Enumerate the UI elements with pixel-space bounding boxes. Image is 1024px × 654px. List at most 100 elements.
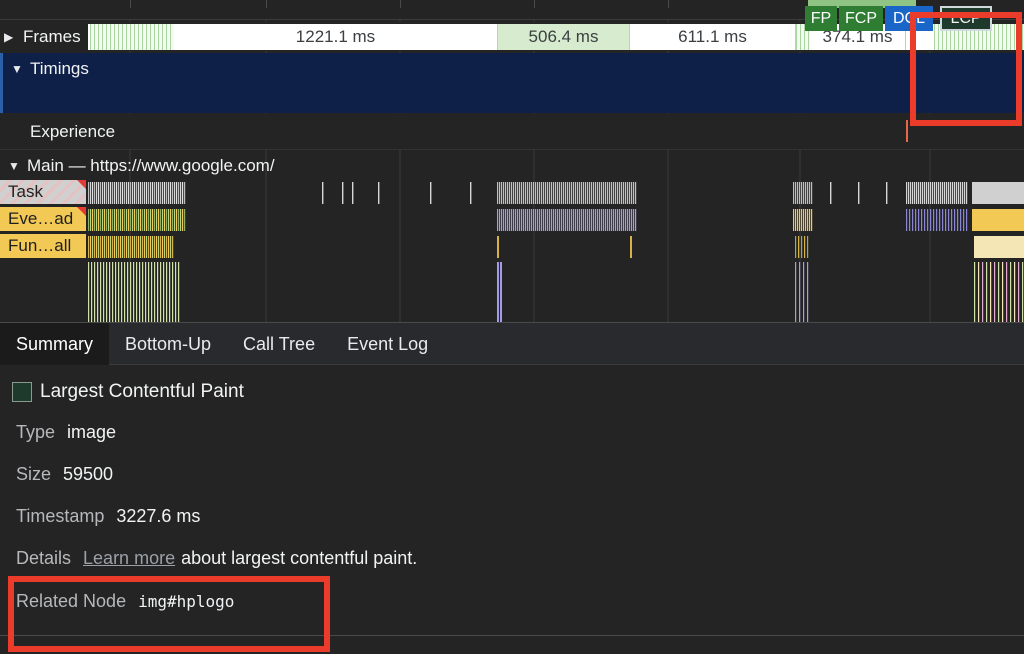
- flame-slice[interactable]: [585, 209, 587, 231]
- flame-slice[interactable]: [110, 209, 112, 231]
- flame-slice[interactable]: [906, 209, 908, 231]
- flame-slice[interactable]: [942, 209, 944, 231]
- flame-slice[interactable]: [160, 262, 162, 322]
- flame-slice[interactable]: [322, 182, 324, 204]
- flame-slice[interactable]: [162, 182, 164, 204]
- flame-slice[interactable]: [180, 209, 182, 231]
- flame-slice[interactable]: [178, 262, 180, 322]
- timings-track[interactable]: ▼ Timings: [0, 53, 1024, 113]
- flame-slice[interactable]: [106, 182, 108, 204]
- flame-slice[interactable]: [497, 209, 499, 231]
- flame-slice[interactable]: [805, 209, 807, 231]
- flame-slice[interactable]: [797, 209, 799, 231]
- flame-slice[interactable]: [118, 182, 120, 204]
- flame-slice[interactable]: [499, 182, 501, 204]
- flame-slice[interactable]: [124, 182, 126, 204]
- flame-slice[interactable]: [585, 182, 587, 204]
- flame-slice[interactable]: [939, 209, 941, 231]
- flame-slice[interactable]: [951, 209, 953, 231]
- flame-slice[interactable]: [565, 182, 567, 204]
- flame-slice[interactable]: [1018, 262, 1020, 322]
- flame-slice[interactable]: [168, 209, 170, 231]
- flame-slice[interactable]: [607, 209, 609, 231]
- flame-slice[interactable]: [136, 236, 138, 258]
- flame-slice[interactable]: [921, 209, 923, 231]
- flame-slice[interactable]: [933, 209, 935, 231]
- flame-slice[interactable]: [805, 182, 807, 204]
- flame-slice[interactable]: [922, 182, 924, 204]
- flame-slice[interactable]: [172, 236, 174, 258]
- flame-slice[interactable]: [497, 182, 499, 204]
- flame-slice[interactable]: [176, 182, 178, 204]
- main-expand-toggle[interactable]: ▼ Main — https://www.google.com/: [8, 156, 275, 176]
- flame-slice[interactable]: [539, 182, 541, 204]
- flame-slice[interactable]: [962, 182, 964, 204]
- flame-slice[interactable]: [170, 236, 172, 258]
- flame-slice[interactable]: [799, 182, 801, 204]
- flame-slice[interactable]: [505, 182, 507, 204]
- flame-slice[interactable]: [587, 209, 589, 231]
- flame-slice[interactable]: [956, 182, 958, 204]
- flame-slice[interactable]: [102, 209, 104, 231]
- flame-slice[interactable]: [120, 209, 122, 231]
- flame-slice[interactable]: [499, 209, 501, 231]
- flame-slice[interactable]: [583, 182, 585, 204]
- frame-1[interactable]: 1221.1 ms: [174, 24, 498, 50]
- flame-slice[interactable]: [557, 182, 559, 204]
- flame-slice[interactable]: [144, 209, 146, 231]
- flame-slice[interactable]: [124, 236, 126, 258]
- flame-slice[interactable]: [924, 182, 926, 204]
- flame-slice[interactable]: [166, 209, 168, 231]
- flame-slice[interactable]: [126, 236, 128, 258]
- flame-slice[interactable]: [503, 209, 505, 231]
- flame-slice[interactable]: [619, 209, 621, 231]
- flame-slice[interactable]: [537, 209, 539, 231]
- flame-slice[interactable]: [91, 262, 93, 322]
- flame-slice[interactable]: [352, 182, 354, 204]
- flame-slice[interactable]: [938, 182, 940, 204]
- flame-slice[interactable]: [470, 182, 472, 204]
- flame-slice[interactable]: [807, 262, 809, 322]
- flame-slice[interactable]: [932, 182, 934, 204]
- flame-slice[interactable]: [535, 182, 537, 204]
- flame-slice[interactable]: [517, 209, 519, 231]
- flame-slice[interactable]: [146, 236, 148, 258]
- flame-slice[interactable]: [553, 209, 555, 231]
- flame-slice[interactable]: [986, 262, 988, 322]
- flame-slice[interactable]: [963, 209, 965, 231]
- flame-slice[interactable]: [561, 209, 563, 231]
- flame-slice[interactable]: [1006, 262, 1008, 322]
- flame-slice[interactable]: [342, 182, 344, 204]
- flame-slice[interactable]: [509, 209, 511, 231]
- flame-slice[interactable]: [108, 182, 110, 204]
- frames-strip[interactable]: 1221.1 ms 506.4 ms 611.1 ms 374.1 ms: [88, 24, 1024, 50]
- flame-slice[interactable]: [92, 236, 94, 258]
- flame-slice[interactable]: [148, 182, 150, 204]
- flame-slice[interactable]: [918, 209, 920, 231]
- function-track-label[interactable]: Fun…all: [0, 234, 86, 258]
- flame-slice[interactable]: [151, 262, 153, 322]
- flame-slice[interactable]: [511, 182, 513, 204]
- flame-slice[interactable]: [621, 209, 623, 231]
- flame-slice[interactable]: [519, 209, 521, 231]
- flame-slice[interactable]: [122, 236, 124, 258]
- flame-slice[interactable]: [138, 182, 140, 204]
- flame-slice[interactable]: [170, 209, 172, 231]
- flame-slice[interactable]: [561, 182, 563, 204]
- flame-slice[interactable]: [97, 262, 99, 322]
- flame-slice[interactable]: [109, 262, 111, 322]
- flame-slice[interactable]: [575, 182, 577, 204]
- flame-slice[interactable]: [140, 209, 142, 231]
- flame-slice[interactable]: [994, 262, 996, 322]
- flame-slice[interactable]: [633, 182, 635, 204]
- flame-slice[interactable]: [595, 209, 597, 231]
- flame-slice[interactable]: [102, 182, 104, 204]
- flame-slice[interactable]: [912, 182, 914, 204]
- flame-slice[interactable]: [886, 182, 888, 204]
- flame-slice[interactable]: [108, 236, 110, 258]
- flame-slice[interactable]: [106, 209, 108, 231]
- flame-slice[interactable]: [90, 182, 92, 204]
- flame-slice[interactable]: [924, 209, 926, 231]
- flame-slice[interactable]: [1022, 262, 1024, 322]
- flame-slice[interactable]: [605, 182, 607, 204]
